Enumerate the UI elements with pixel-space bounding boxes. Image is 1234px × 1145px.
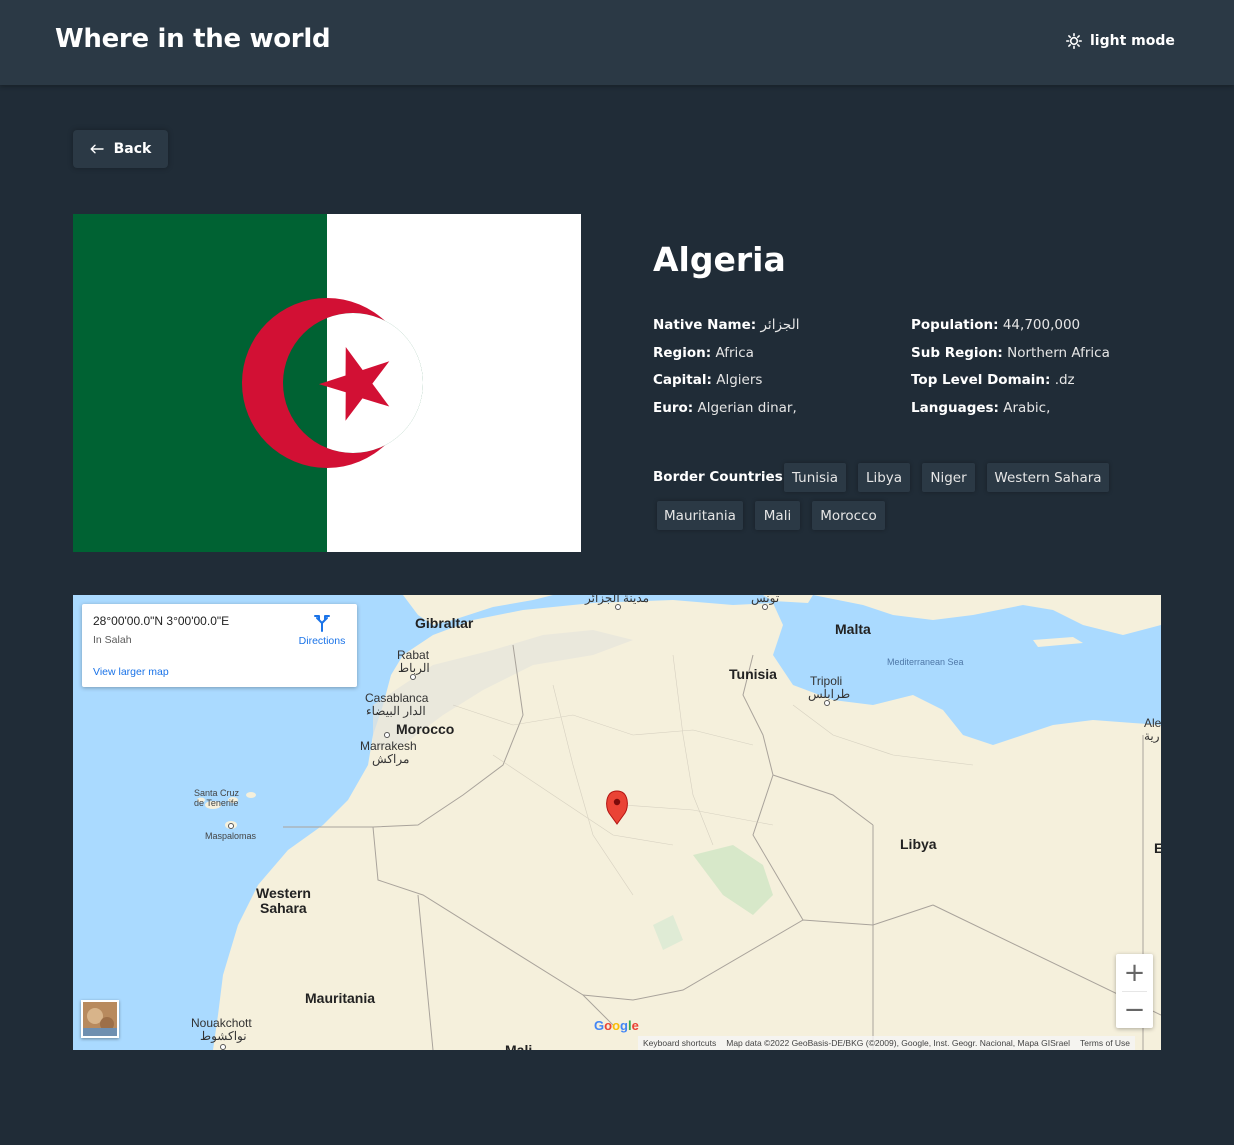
capital-row: Capital: Algiers bbox=[653, 367, 799, 395]
map-label: Morocco bbox=[396, 721, 455, 737]
currency-value: Algerian dinar, bbox=[697, 399, 797, 416]
theme-toggle-button[interactable]: light mode bbox=[1066, 33, 1175, 49]
satellite-thumbnail-icon bbox=[83, 1002, 117, 1036]
keyboard-shortcuts-link[interactable]: Keyboard shortcuts bbox=[643, 1038, 716, 1048]
country-name: Algeria bbox=[653, 240, 786, 279]
header: Where in the world light mode bbox=[0, 0, 1234, 85]
subregion-value: Northern Africa bbox=[1007, 344, 1110, 361]
map-label: Tripoli bbox=[810, 674, 843, 688]
map-label: Nouakchott bbox=[191, 1016, 252, 1030]
map-label: Western bbox=[256, 885, 311, 901]
map-label: E bbox=[1154, 840, 1161, 856]
map-label: Casablanca bbox=[365, 691, 429, 705]
map-label: Mediterranean Sea bbox=[887, 657, 964, 667]
map-attribution-bar: Keyboard shortcuts Map data ©2022 GeoBas… bbox=[638, 1036, 1136, 1050]
border-country-chip[interactable]: Libya bbox=[858, 463, 910, 492]
map-label: Mauritania bbox=[305, 990, 376, 1006]
map-place-name: In Salah bbox=[93, 634, 132, 646]
embedded-map[interactable]: Gibraltar Malta Rabat الرباط Casablanca … bbox=[73, 595, 1161, 1050]
map-label: مراكش bbox=[372, 752, 410, 766]
region-label: Region: bbox=[653, 344, 712, 361]
population-value: 44,700,000 bbox=[1002, 317, 1081, 333]
facts-left-column: Native Name: الجزائر Region: Africa Capi… bbox=[653, 312, 799, 422]
directions-icon bbox=[314, 615, 330, 632]
directions-label: Directions bbox=[298, 635, 346, 647]
native-name-row: Native Name: الجزائر bbox=[653, 312, 799, 340]
theme-toggle-label: light mode bbox=[1090, 33, 1175, 49]
border-country-chip[interactable]: Mali bbox=[755, 501, 800, 530]
map-label: Gibraltar bbox=[415, 615, 474, 631]
subregion-row: Sub Region: Northern Africa bbox=[911, 340, 1110, 368]
back-button[interactable]: Back bbox=[73, 130, 168, 168]
map-label: الدار البيضاء bbox=[366, 704, 426, 718]
tld-value: .dz bbox=[1054, 372, 1075, 388]
app-title: Where in the world bbox=[55, 24, 331, 54]
region-value: Africa bbox=[715, 344, 754, 361]
map-label: Maspalomas bbox=[205, 831, 257, 841]
sun-icon bbox=[1066, 33, 1082, 49]
view-larger-map-link[interactable]: View larger map bbox=[93, 666, 169, 678]
satellite-toggle-thumbnail[interactable] bbox=[81, 1000, 119, 1038]
map-label: Ale bbox=[1144, 716, 1161, 730]
region-row: Region: Africa bbox=[653, 340, 799, 368]
map-label: Mali bbox=[505, 1042, 533, 1050]
map-zoom-controls: + − bbox=[1116, 954, 1153, 1028]
languages-label: Languages: bbox=[911, 399, 999, 416]
back-button-label: Back bbox=[113, 141, 152, 157]
border-countries-label: Border Countries: bbox=[653, 469, 789, 485]
border-country-chip[interactable]: Mauritania bbox=[657, 501, 743, 530]
tld-label: Top Level Domain: bbox=[911, 372, 1051, 388]
arrow-left-icon bbox=[90, 144, 104, 154]
map-data-credit: Map data ©2022 GeoBasis-DE/BKG (©2009), … bbox=[726, 1038, 1070, 1048]
map-label: Libya bbox=[900, 836, 937, 852]
map-label: Marrakesh bbox=[360, 739, 417, 753]
population-label: Population: bbox=[911, 317, 999, 333]
map-info-card: 28°00'00.0"N 3°00'00.0"E In Salah View l… bbox=[82, 604, 357, 687]
tld-row: Top Level Domain: .dz bbox=[911, 367, 1110, 395]
map-label: Tunisia bbox=[729, 666, 777, 682]
google-logo: Google bbox=[594, 1018, 639, 1033]
currency-row: Euro: Algerian dinar, bbox=[653, 395, 799, 423]
capital-label: Capital: bbox=[653, 372, 712, 388]
border-country-chip[interactable]: Morocco bbox=[812, 501, 885, 530]
border-country-chip[interactable]: Niger bbox=[922, 463, 975, 492]
country-flag bbox=[73, 214, 581, 552]
map-label: de Tenerife bbox=[194, 798, 239, 808]
zoom-divider bbox=[1122, 991, 1147, 992]
map-label: رية bbox=[1144, 729, 1160, 743]
directions-button[interactable]: Directions bbox=[292, 614, 352, 647]
languages-value: Arabic, bbox=[1003, 399, 1051, 416]
map-coordinates: 28°00'00.0"N 3°00'00.0"E bbox=[93, 614, 230, 628]
map-label: الرباط bbox=[398, 661, 430, 675]
terms-of-use-link[interactable]: Terms of Use bbox=[1080, 1038, 1130, 1048]
map-label: نواكشوط bbox=[200, 1029, 247, 1043]
capital-value: Algiers bbox=[716, 372, 763, 388]
native-name-value: الجزائر bbox=[760, 317, 800, 333]
border-country-chip[interactable]: Western Sahara bbox=[987, 463, 1109, 492]
languages-row: Languages: Arabic, bbox=[911, 395, 1110, 423]
facts-right-column: Population: 44,700,000 Sub Region: North… bbox=[911, 312, 1110, 422]
currency-label: Euro: bbox=[653, 399, 694, 416]
map-label: تونس bbox=[751, 595, 780, 605]
map-label: طرابلس bbox=[808, 687, 851, 701]
map-label: مدينة الجزائر bbox=[585, 595, 650, 605]
zoom-in-button[interactable]: + bbox=[1116, 954, 1153, 991]
subregion-label: Sub Region: bbox=[911, 344, 1003, 361]
map-label: Rabat bbox=[397, 648, 430, 662]
map-label: Santa Cruz bbox=[194, 788, 240, 798]
map-label: Malta bbox=[835, 621, 871, 637]
border-country-chip[interactable]: Tunisia bbox=[784, 463, 846, 492]
map-label: Sahara bbox=[260, 900, 307, 916]
population-row: Population: 44,700,000 bbox=[911, 312, 1110, 340]
native-name-label: Native Name: bbox=[653, 317, 757, 333]
zoom-out-button[interactable]: − bbox=[1116, 991, 1153, 1028]
